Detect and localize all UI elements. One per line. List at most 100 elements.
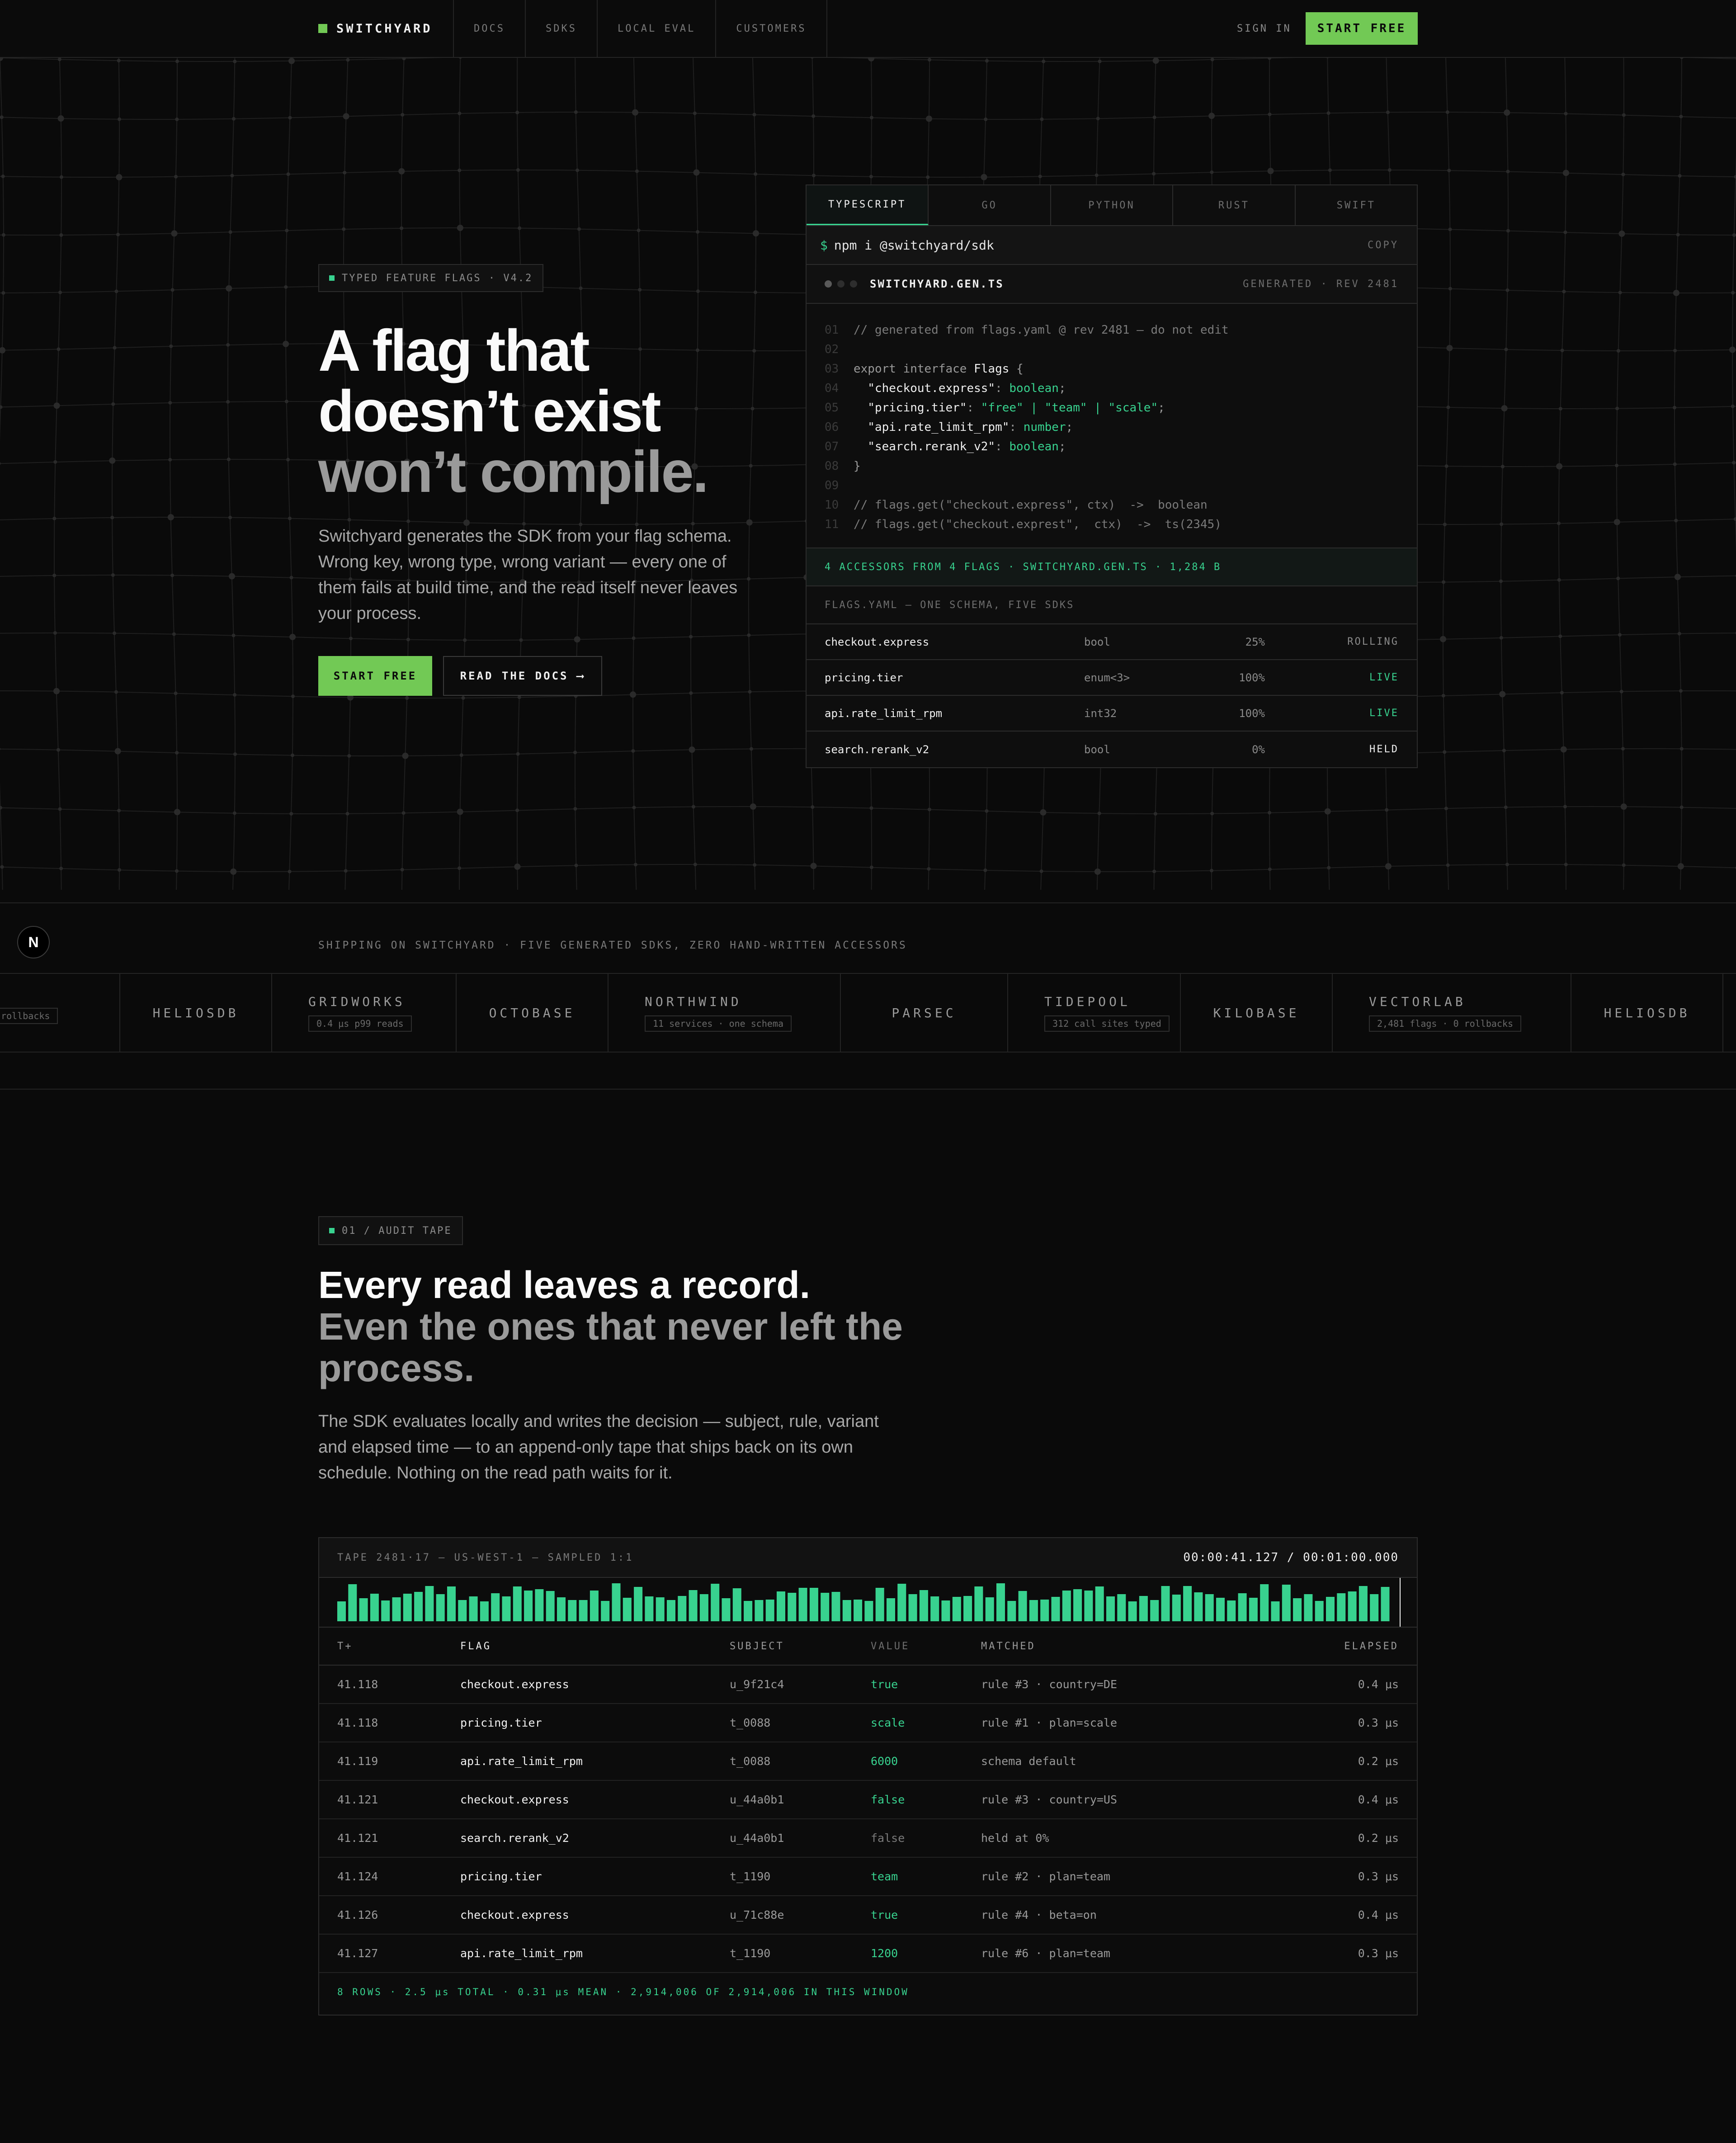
nav-link-local-eval[interactable]: LOCAL EVAL (596, 0, 715, 57)
customer-stat: 11 services · one schema (645, 1015, 792, 1032)
activity-bar (370, 1594, 379, 1621)
tab-swift[interactable]: SWIFT (1296, 185, 1417, 225)
pill-dot-icon (329, 275, 335, 281)
activity-bar (842, 1600, 851, 1621)
col-header-matched: MATCHED (981, 1640, 1036, 1652)
customer-stat: 0.4 μs p99 reads (308, 1015, 412, 1032)
schema-table: checkout.express bool 25% ROLLING pricing.t… (807, 624, 1417, 767)
cell-flag: checkout.express (460, 1678, 569, 1691)
table-row: 41.118 pricing.tier t_0088 scale rule #1 · p… (319, 1704, 1417, 1742)
prompt-symbol: $ (820, 237, 828, 253)
brand-logo[interactable]: SWITCHYARD (318, 0, 433, 57)
customer-name: KILOBASE (1213, 1005, 1300, 1020)
tab-rust[interactable]: RUST (1173, 185, 1296, 225)
sdk-language-tabs: TYPESCRIPT GO PYTHON RUST SWIFT (807, 185, 1417, 226)
flag-type: bool (1084, 635, 1110, 648)
audit-title: Every read leaves a record. Even the one… (318, 1264, 906, 1389)
activity-bar (557, 1597, 566, 1621)
nav-link-docs[interactable]: DOCS (453, 0, 525, 57)
tab-go[interactable]: GO (929, 185, 1051, 225)
n-badge-icon[interactable]: N (17, 926, 50, 958)
hero-description: Switchyard generates the SDK from your f… (318, 527, 738, 623)
activity-bar (1216, 1598, 1225, 1621)
nav-start-free-button[interactable]: START FREE (1306, 12, 1418, 45)
activity-bar (601, 1601, 610, 1621)
brand-name: SWITCHYARD (336, 21, 433, 36)
flag-rollout: 0% (1252, 743, 1265, 756)
activity-bar (919, 1590, 928, 1621)
activity-bar (777, 1591, 785, 1621)
activity-bar (1073, 1589, 1082, 1621)
col-header-flag: FLAG (460, 1640, 491, 1652)
cell-subject: t_0088 (730, 1755, 771, 1768)
tab-typescript[interactable]: TYPESCRIPT (807, 185, 929, 225)
activity-bar (1293, 1598, 1302, 1621)
schema-row: search.rerank_v2 bool 0% HELD (807, 732, 1417, 767)
cell-subject: u_44a0b1 (730, 1793, 784, 1806)
playhead-marker[interactable] (1400, 1578, 1401, 1627)
customer-stat: 0 rollbacks (0, 1008, 58, 1024)
schema-row: api.rate_limit_rpm int32 100% LIVE (807, 696, 1417, 732)
cell-elapsed: 0.3 μs (1358, 1947, 1399, 1960)
activity-bar (809, 1588, 818, 1621)
activity-bar (568, 1600, 577, 1621)
activity-bar (502, 1596, 511, 1621)
cell-flag: search.rerank_v2 (460, 1831, 569, 1845)
nav-link-sdks[interactable]: SDKS (524, 0, 597, 57)
cell-subject: t_1190 (730, 1947, 771, 1960)
audit-pill-text: 01 / AUDIT TAPE (342, 1225, 452, 1237)
flag-type: enum<3> (1084, 671, 1130, 684)
activity-bar (711, 1584, 720, 1621)
activity-bar (1238, 1593, 1247, 1621)
cell-subject: u_44a0b1 (730, 1831, 784, 1845)
line-number: 02 (825, 342, 839, 356)
cell-matched: rule #1 · plan=scale (981, 1716, 1118, 1729)
cell-matched: rule #4 · beta=on (981, 1908, 1097, 1921)
customer-logo-row: 0 rollbacks HELIOSDB GRIDWORKS 0.4 μs p9… (0, 973, 1736, 1053)
install-command: $ npm i @switchyard/sdk (820, 238, 994, 253)
code-line: 09 (825, 476, 1399, 495)
cell-value: team (871, 1870, 898, 1883)
read-docs-button[interactable]: READ THE DOCS ⟶ (443, 656, 602, 696)
activity-bar (1117, 1594, 1126, 1621)
sign-in-link[interactable]: SIGN IN (1237, 0, 1292, 57)
copy-button[interactable]: COPY (1368, 240, 1399, 251)
activity-bar (831, 1592, 840, 1621)
customer-logo: GRIDWORKS 0.4 μs p99 reads (272, 974, 457, 1052)
customer-logo: 0 rollbacks (0, 974, 120, 1052)
activity-bar (798, 1588, 807, 1621)
line-number: 08 (825, 459, 839, 473)
code-panel: TYPESCRIPT GO PYTHON RUST SWIFT $ npm i @… (806, 184, 1418, 768)
nav-link-customers[interactable]: CUSTOMERS (715, 0, 827, 57)
tape-rows: 41.118 checkout.express u_9f21c4 true rule #… (319, 1666, 1417, 1973)
cell-flag: checkout.express (460, 1908, 569, 1921)
shipping-label: SHIPPING ON SWITCHYARD · FIVE GENERATED … (318, 939, 907, 951)
code-comment: // flags.get("checkout.express", ctx) ->… (854, 498, 1208, 512)
activity-bar (1359, 1586, 1368, 1621)
customer-logo: NORTHWIND 11 services · one schema (609, 974, 841, 1052)
customer-logo: KILOBASE (1181, 974, 1333, 1052)
activity-bar (1260, 1584, 1269, 1621)
tape-label: TAPE 2481·17 — US-WEST-1 — SAMPLED 1:1 (337, 1552, 634, 1563)
activity-bar (590, 1591, 599, 1621)
customer-stat: 312 call sites typed (1044, 1015, 1170, 1032)
activity-bar (985, 1597, 994, 1621)
activity-bar (1249, 1598, 1258, 1621)
customer-logo: TIDEPOOL 312 call sites typed (1008, 974, 1181, 1052)
audit-tape-panel: TAPE 2481·17 — US-WEST-1 — SAMPLED 1:1 0… (318, 1537, 1418, 2016)
tab-python[interactable]: PYTHON (1051, 185, 1174, 225)
activity-bar (1062, 1591, 1071, 1621)
install-command-bar: $ npm i @switchyard/sdk COPY (807, 226, 1417, 265)
cell-t: 41.121 (337, 1793, 378, 1806)
code-line: 02 (825, 340, 1399, 359)
cell-matched: rule #2 · plan=team (981, 1870, 1110, 1883)
cell-subject: u_71c88e (730, 1908, 784, 1921)
schema-row: pricing.tier enum<3> 100% LIVE (807, 660, 1417, 696)
cell-value: true (871, 1908, 898, 1921)
activity-bar (821, 1593, 830, 1621)
hero-section: TYPED FEATURE FLAGS · V4.2 A flag that d… (0, 58, 1736, 903)
code-punct: { (1009, 362, 1024, 376)
hero-start-free-button[interactable]: START FREE (318, 656, 432, 696)
activity-bar (513, 1586, 522, 1621)
cell-subject: t_0088 (730, 1716, 771, 1729)
